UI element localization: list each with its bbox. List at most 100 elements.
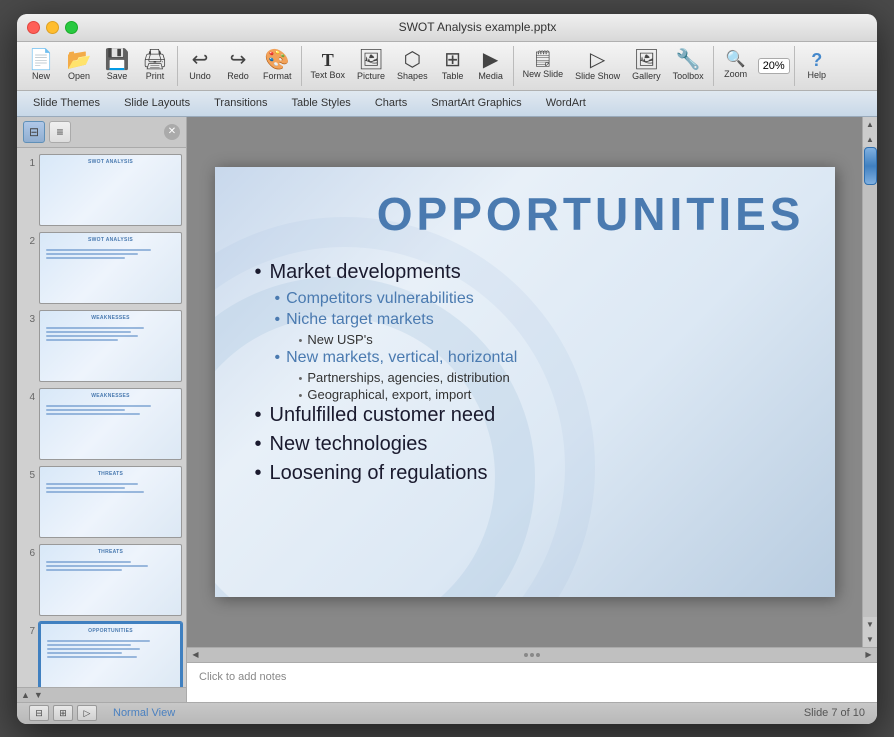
panel-header: ⊟ ≡ ✕	[17, 117, 186, 148]
slide-thumb-4[interactable]: 4 WEAKNESSES	[21, 388, 182, 460]
display-view-btn[interactable]: ▷	[77, 705, 97, 721]
format-button[interactable]: 🎨 Format	[258, 48, 297, 83]
panel-slides-view-btn[interactable]: ⊟	[23, 121, 45, 143]
slide-preview-6: THREATS	[39, 544, 182, 616]
tab-transitions[interactable]: Transitions	[202, 93, 279, 113]
panel-outline-view-btn[interactable]: ≡	[49, 121, 71, 143]
bullet-l3-text-3: Geographical, export, import	[307, 387, 471, 402]
redo-button[interactable]: ↪ Redo	[220, 48, 256, 83]
grid-view-btn[interactable]: ⊞	[53, 705, 73, 721]
bullet-item-usp: New USP's	[299, 332, 805, 347]
print-label: Print	[146, 71, 165, 81]
scroll-down-arrow-2[interactable]: ▼	[863, 632, 878, 647]
tab-slide-layouts[interactable]: Slide Layouts	[112, 93, 202, 113]
bullet-item-regulations: Loosening of regulations	[255, 462, 805, 485]
notes-area[interactable]: Click to add notes	[187, 662, 877, 702]
shapes-button[interactable]: ⬡ Shapes	[392, 48, 433, 83]
redo-label: Redo	[227, 71, 249, 81]
panel-close-btn[interactable]: ✕	[164, 124, 180, 140]
scroll-up-arrow[interactable]: ▲	[863, 117, 878, 132]
save-icon: 💾	[105, 50, 130, 70]
tab-charts[interactable]: Charts	[363, 93, 419, 113]
slide-canvas: OPPORTUNITIES Market developments Compet…	[215, 167, 835, 597]
media-button[interactable]: ▶ Media	[473, 48, 509, 83]
slide-thumb-1[interactable]: 1 SWOT ANALYSIS	[21, 154, 182, 226]
textbox-button[interactable]: T Text Box	[306, 49, 351, 82]
zoom-button[interactable]: 🔍 Zoom	[718, 50, 754, 81]
slideshow-button[interactable]: ▷ Slide Show	[570, 48, 625, 83]
hscroll-dot-1	[524, 653, 528, 657]
hscroll-dot-2	[530, 653, 534, 657]
bullet-l2-text: Competitors vulnerabilities	[286, 290, 474, 308]
slide-preview-4: WEAKNESSES	[39, 388, 182, 460]
bullet-item-competitors: Competitors vulnerabilities	[275, 290, 805, 308]
open-icon: 📂	[67, 50, 92, 70]
slide-num-3: 3	[21, 314, 35, 325]
undo-button[interactable]: ↩ Undo	[182, 48, 218, 83]
maximize-button[interactable]	[65, 21, 78, 34]
tab-slide-themes[interactable]: Slide Themes	[21, 93, 112, 113]
panel-scroll-down[interactable]: ▼	[34, 690, 43, 700]
slide-num-7: 7	[21, 626, 35, 637]
scroll-up-arrow-2[interactable]: ▲	[863, 132, 878, 147]
table-button[interactable]: ⊞ Table	[435, 48, 471, 83]
slide-thumb-2[interactable]: 2 SWOT ANALYSIS	[21, 232, 182, 304]
close-button[interactable]	[27, 21, 40, 34]
toolbar-separator-4	[713, 46, 714, 86]
tab-wordart[interactable]: WordArt	[534, 93, 598, 113]
picture-icon: 🖼	[358, 50, 383, 70]
bullet-list: Market developments Competitors vulnerab…	[255, 261, 805, 491]
slide-thumb-6[interactable]: 6 THREATS	[21, 544, 182, 616]
print-button[interactable]: 🖨 Print	[137, 48, 173, 83]
new-button[interactable]: 📄 New	[23, 48, 59, 83]
title-bar: SWOT Analysis example.pptx	[17, 14, 877, 42]
slide-num-4: 4	[21, 392, 35, 403]
gallery-button[interactable]: 🖼 Gallery	[627, 48, 666, 83]
toolbox-button[interactable]: 🔧 Toolbox	[668, 48, 709, 83]
right-scrollbar: ▲ ▲ ▼ ▼	[862, 117, 877, 647]
slide-num-5: 5	[21, 470, 35, 481]
open-button[interactable]: 📂 Open	[61, 48, 97, 83]
table-label: Table	[442, 71, 464, 81]
shapes-icon: ⬡	[404, 50, 421, 70]
media-icon: ▶	[483, 50, 498, 70]
print-icon: 🖨	[142, 50, 167, 70]
slide-num-1: 1	[21, 158, 35, 169]
zoom-value: 20%	[763, 60, 785, 72]
toolbar-separator-5	[794, 46, 795, 86]
status-view-buttons: ⊟ ⊞ ▷	[29, 705, 97, 721]
minimize-button[interactable]	[46, 21, 59, 34]
slide-thumb-3[interactable]: 3 WEAKNESSES	[21, 310, 182, 382]
tab-table-styles[interactable]: Table Styles	[280, 93, 363, 113]
bullet-item-partnerships: Partnerships, agencies, distribution	[299, 370, 805, 385]
slides-list: 1 SWOT ANALYSIS 2 SWOT ANALYSIS	[17, 148, 186, 687]
slide-thumb-7[interactable]: 7 OPPORTUNITIES	[21, 622, 182, 687]
tab-smartart[interactable]: SmartArt Graphics	[419, 93, 533, 113]
picture-button[interactable]: 🖼 Picture	[352, 48, 390, 83]
bullet-l1-text-3: New technologies	[270, 433, 428, 456]
toolbar-separator-2	[301, 46, 302, 86]
bullet-l1-text: Market developments	[270, 261, 461, 284]
help-icon: ?	[811, 51, 822, 69]
save-button[interactable]: 💾 Save	[99, 48, 135, 83]
slide-preview-1: SWOT ANALYSIS	[39, 154, 182, 226]
main-content: ⊟ ≡ ✕ 1 SWOT ANALYSIS 2 SWOT ANALYSIS	[17, 117, 877, 702]
slide-thumb-5[interactable]: 5 THREATS	[21, 466, 182, 538]
newslide-button[interactable]: 🗒 New Slide	[518, 50, 569, 81]
hscroll-right-arrow[interactable]: ▶	[862, 648, 875, 661]
toolbar: 📄 New 📂 Open 💾 Save 🖨 Print ↩ Undo ↪ Red…	[17, 42, 877, 91]
bullet-l1-text-2: Unfulfilled customer need	[270, 404, 496, 427]
normal-view-btn[interactable]: ⊟	[29, 705, 49, 721]
status-view-label: Normal View	[113, 707, 804, 719]
newslide-icon: 🗒	[533, 52, 553, 68]
slide-canvas-wrapper[interactable]: OPPORTUNITIES Market developments Compet…	[187, 117, 862, 647]
scroll-thumb[interactable]	[864, 147, 877, 185]
slide-preview-5: THREATS	[39, 466, 182, 538]
hscroll-left-arrow[interactable]: ◀	[189, 648, 202, 661]
help-button[interactable]: ? Help	[799, 49, 835, 82]
slide-panel: ⊟ ≡ ✕ 1 SWOT ANALYSIS 2 SWOT ANALYSIS	[17, 117, 187, 702]
slide-num-2: 2	[21, 236, 35, 247]
bullet-item-niche: Niche target markets	[275, 311, 805, 329]
scroll-down-arrow[interactable]: ▼	[863, 617, 878, 632]
panel-scroll-up[interactable]: ▲	[21, 690, 30, 700]
